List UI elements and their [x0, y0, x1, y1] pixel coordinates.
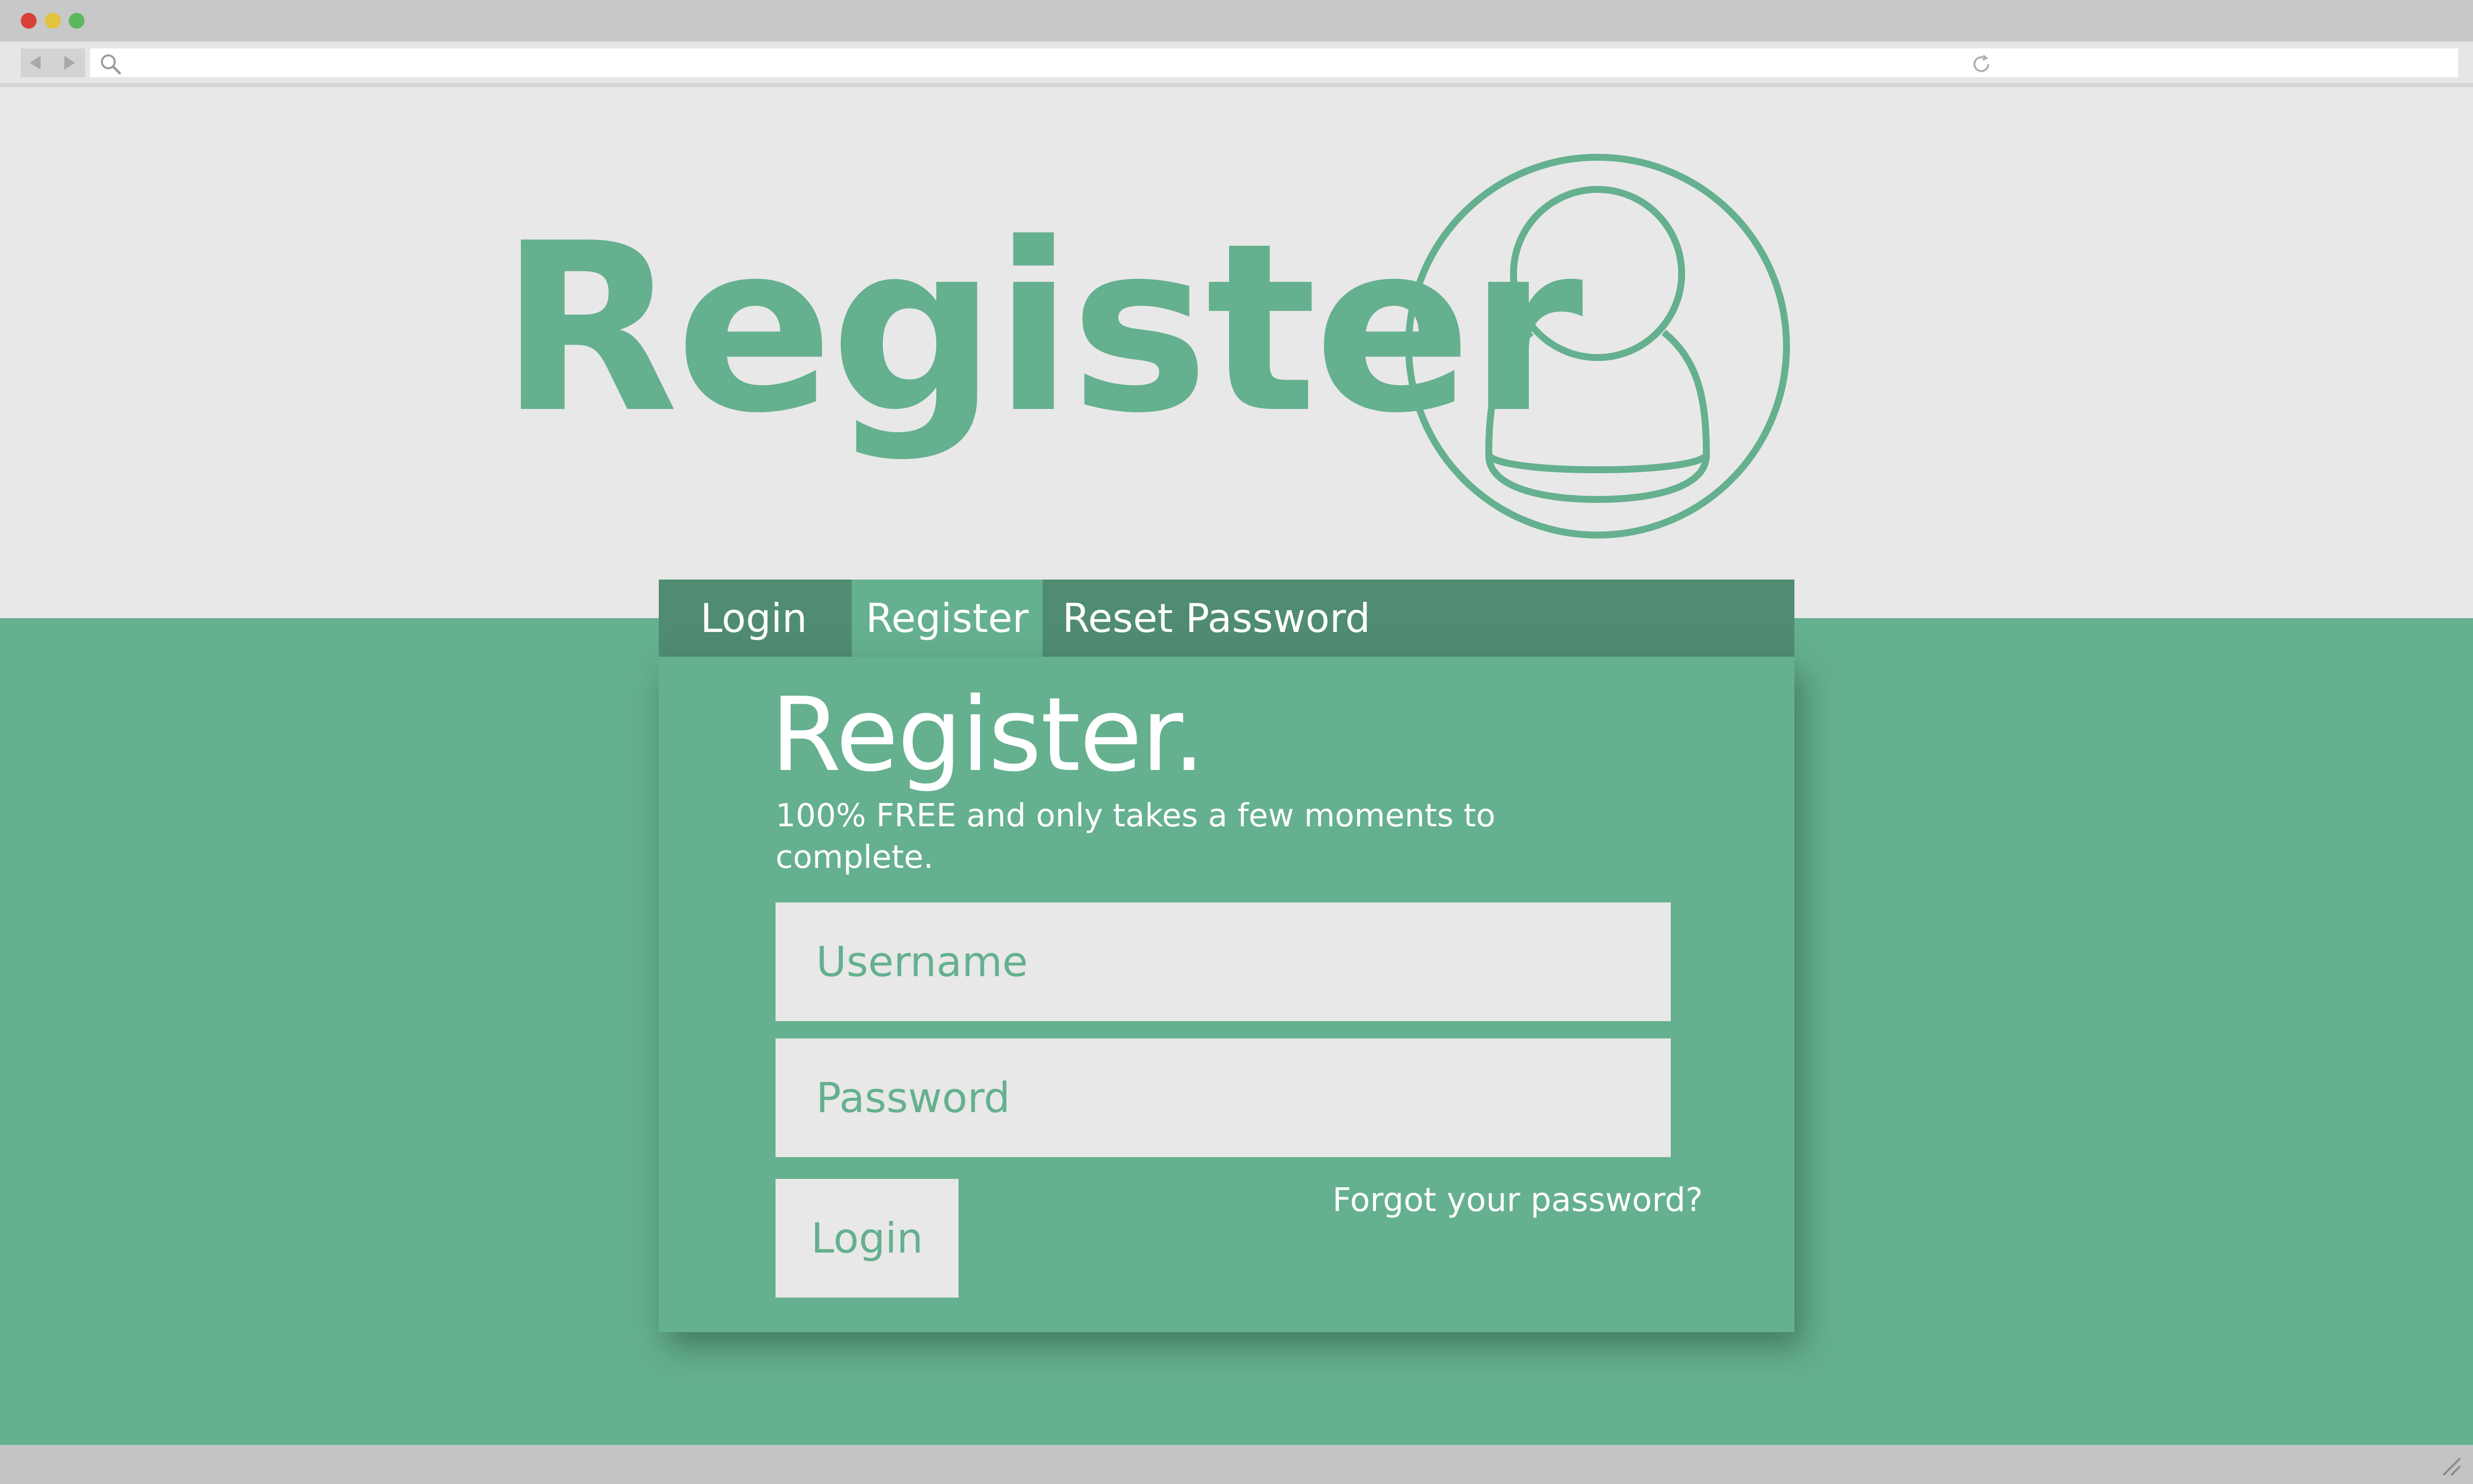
tab-login[interactable]: Login — [659, 580, 852, 657]
address-bar[interactable] — [90, 48, 2458, 77]
browser-titlebar — [0, 0, 2473, 42]
chevron-left-icon[interactable] — [30, 56, 41, 70]
minimize-window-button[interactable] — [45, 13, 61, 29]
resize-grip-icon[interactable] — [2440, 1455, 2462, 1477]
login-button[interactable]: Login — [776, 1179, 959, 1298]
browser-statusbar — [0, 1445, 2473, 1484]
reload-icon[interactable] — [1969, 52, 1993, 76]
search-icon — [101, 54, 121, 75]
form-title: Register. — [771, 675, 1205, 794]
username-input[interactable] — [776, 902, 1671, 1021]
auth-tabs: Login Register Reset Password — [659, 580, 1794, 657]
browser-toolbar — [0, 42, 2473, 87]
forgot-password-link[interactable]: Forgot your password? — [1332, 1181, 1703, 1219]
password-input[interactable] — [776, 1038, 1671, 1157]
register-card: Register. 100% FREE and only takes a few… — [659, 657, 1794, 1332]
tab-reset-password[interactable]: Reset Password — [1062, 580, 1371, 657]
chevron-right-icon[interactable] — [64, 56, 75, 70]
close-window-button[interactable] — [21, 13, 37, 29]
user-avatar-icon — [1405, 154, 1790, 539]
toolbar-divider — [0, 83, 2473, 87]
tab-register[interactable]: Register — [852, 580, 1043, 657]
form-subtitle: 100% FREE and only takes a few moments t… — [776, 798, 1496, 876]
navigation-buttons — [21, 48, 85, 77]
maximize-window-button[interactable] — [69, 13, 85, 29]
